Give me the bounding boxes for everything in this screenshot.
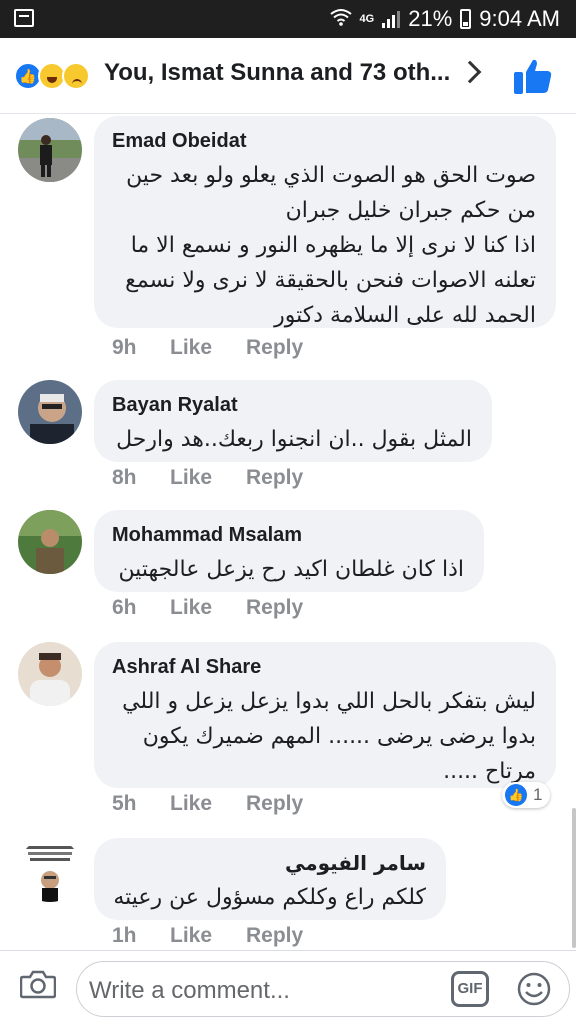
avatar[interactable] bbox=[18, 118, 82, 182]
gif-button[interactable]: GIF bbox=[451, 971, 489, 1007]
comment-actions: 5h Like Reply bbox=[112, 792, 303, 816]
comment-bubble[interactable]: Bayan Ryalat المثل بقول ..ان انجنوا ربعك… bbox=[94, 380, 492, 462]
battery-icon bbox=[460, 9, 472, 29]
comment-actions: 6h Like Reply bbox=[112, 596, 303, 620]
reply-button[interactable]: Reply bbox=[246, 336, 303, 360]
chevron-right-icon[interactable] bbox=[458, 60, 482, 84]
like-post-button[interactable] bbox=[514, 58, 552, 94]
scrollbar[interactable] bbox=[572, 808, 576, 948]
like-button[interactable]: Like bbox=[170, 792, 246, 816]
comment-composer: Write a comment... GIF bbox=[0, 950, 576, 1024]
comment-bubble[interactable]: سامر الفيومي كلكم راع وكلكم مسؤول عن رعي… bbox=[94, 838, 446, 920]
comment-line: ليش بتفكر بالحل اللي بدوا يزعل يزعل و ال… bbox=[122, 689, 536, 714]
like-button[interactable]: Like bbox=[170, 466, 246, 490]
comment-line: اذا كنا لا نرى إلا ما يظهره النور و نسمع… bbox=[130, 233, 536, 258]
comment-text: صوت الحق هو الصوت الذي يعلو ولو بعد حين … bbox=[112, 158, 536, 333]
like-icon: 👍 bbox=[505, 784, 527, 806]
comment-text: ليش بتفكر بالحل اللي بدوا يزعل يزعل و ال… bbox=[112, 684, 536, 789]
comment-actions: 1h Like Reply bbox=[112, 924, 303, 948]
gallery-notification-icon bbox=[14, 9, 34, 27]
avatar[interactable] bbox=[18, 380, 82, 444]
camera-icon[interactable] bbox=[20, 969, 56, 999]
comment-text: اذا كان غلطان اكيد رح يزعل عالجهتين bbox=[118, 557, 464, 582]
reaction-count-value: 1 bbox=[533, 785, 543, 804]
comment-text: كلكم راع وكلكم مسؤول عن رعيته bbox=[113, 885, 426, 910]
wifi-icon bbox=[329, 8, 352, 31]
sticker-icon[interactable] bbox=[516, 971, 552, 1007]
avatar[interactable] bbox=[18, 642, 82, 706]
avatar[interactable] bbox=[18, 510, 82, 574]
comment-author[interactable]: سامر الفيومي bbox=[112, 850, 426, 876]
comment-author[interactable]: Ashraf Al Share bbox=[112, 654, 536, 680]
comment-bubble[interactable]: Ashraf Al Share ليش بتفكر بالحل اللي بدو… bbox=[94, 642, 556, 788]
comment-author[interactable]: Bayan Ryalat bbox=[112, 392, 472, 418]
like-button[interactable]: Like bbox=[170, 924, 246, 948]
reply-button[interactable]: Reply bbox=[246, 466, 303, 490]
reply-button[interactable]: Reply bbox=[246, 924, 303, 948]
comment-bubble[interactable]: Emad Obeidat صوت الحق هو الصوت الذي يعلو… bbox=[94, 116, 556, 328]
like-button[interactable]: Like bbox=[170, 596, 246, 620]
comment-time: 6h bbox=[112, 596, 137, 619]
comment-author[interactable]: Mohammad Msalam bbox=[112, 522, 464, 548]
network-type-label: 4G bbox=[359, 13, 375, 25]
comment-bubble[interactable]: Mohammad Msalam اذا كان غلطان اكيد رح يز… bbox=[94, 510, 484, 592]
comment-line: تعلنه الاصوات فنحن بالحقيقة لا نرى ولا ن… bbox=[125, 268, 536, 293]
reply-button[interactable]: Reply bbox=[246, 596, 303, 620]
comment-actions: 8h Like Reply bbox=[112, 466, 303, 490]
comment-input[interactable]: Write a comment... GIF bbox=[76, 961, 570, 1017]
signal-icon bbox=[382, 10, 401, 28]
battery-percent: 21% bbox=[408, 6, 453, 31]
comment-input-placeholder: Write a comment... bbox=[89, 977, 290, 1004]
comment-time: 8h bbox=[112, 466, 137, 489]
comment-time: 9h bbox=[112, 336, 137, 359]
comment-reaction-count[interactable]: 👍 1 bbox=[502, 782, 551, 808]
reaction-icons: 👍 bbox=[14, 62, 98, 90]
reactions-header[interactable]: 👍 You, Ismat Sunna and 73 oth... bbox=[0, 38, 576, 114]
comment-text: المثل بقول ..ان انجنوا ربعك..هد وارحل bbox=[116, 427, 472, 452]
comment-line: بدوا يرضى يرضى ...... المهم ضميرك يكون bbox=[142, 724, 536, 749]
status-bar: 4G 21% 9:04 AM bbox=[0, 0, 576, 38]
avatar[interactable] bbox=[18, 838, 82, 902]
comment-time: 1h bbox=[112, 924, 137, 947]
comment-actions: 9h Like Reply bbox=[112, 336, 303, 360]
comment-author[interactable]: Emad Obeidat bbox=[112, 128, 536, 154]
comment-line: مرتاح ..... bbox=[443, 759, 536, 784]
like-button[interactable]: Like bbox=[170, 336, 246, 360]
comment-line: الحمد لله على السلامة دكتور bbox=[274, 303, 536, 328]
comment-line: من حكم جبران خليل جبران bbox=[285, 198, 536, 223]
comment-line: صوت الحق هو الصوت الذي يعلو ولو بعد حين bbox=[126, 163, 536, 188]
reply-button[interactable]: Reply bbox=[246, 792, 303, 816]
comment-time: 5h bbox=[112, 792, 137, 815]
clock: 9:04 AM bbox=[479, 6, 560, 31]
reactors-summary[interactable]: You, Ismat Sunna and 73 oth... bbox=[104, 59, 450, 87]
sad-icon bbox=[62, 62, 90, 90]
